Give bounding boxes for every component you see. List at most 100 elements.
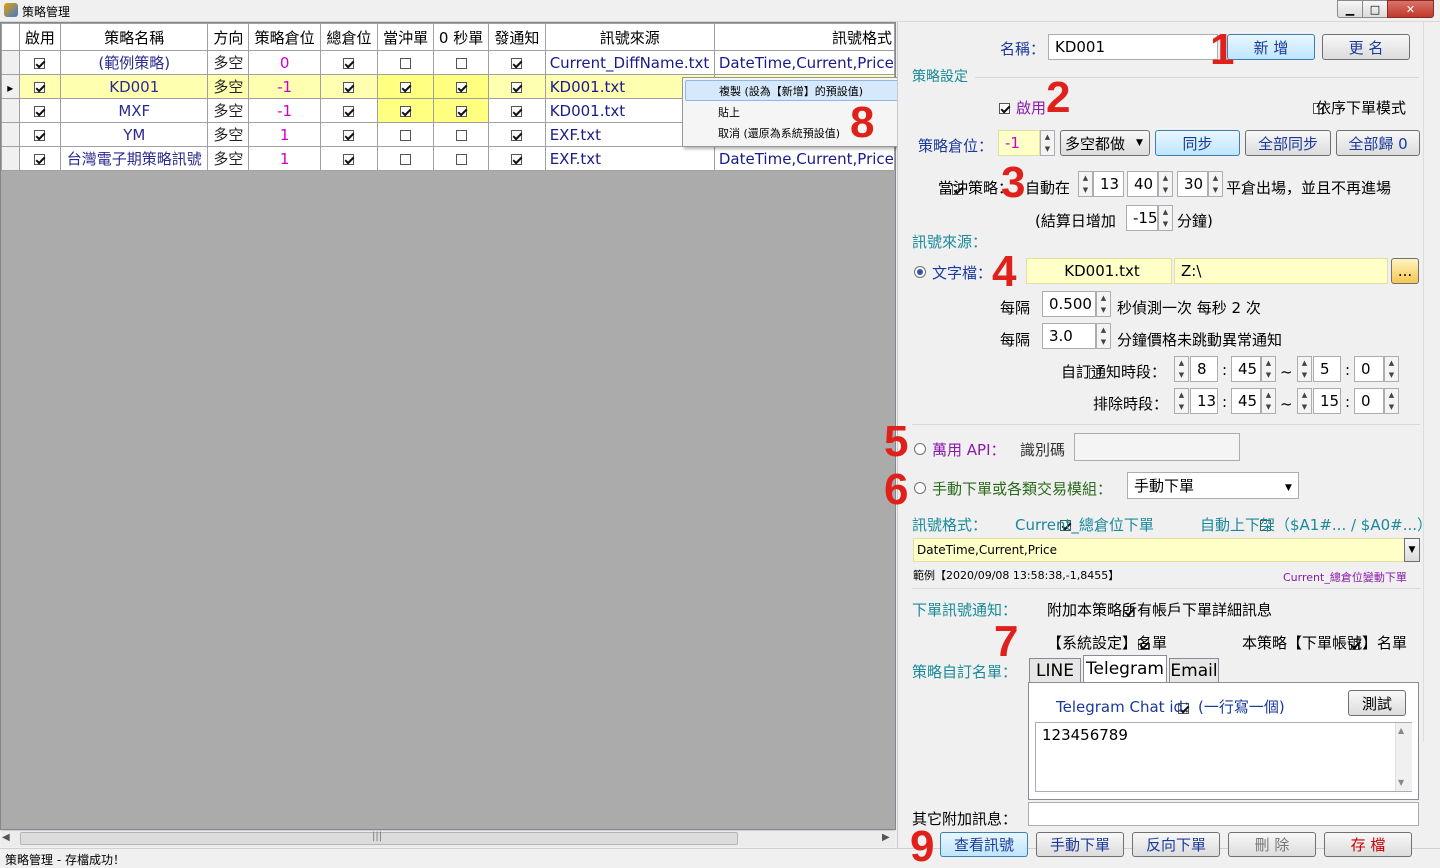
checkbox[interactable]	[455, 129, 467, 141]
cell-zero-sec[interactable]	[433, 74, 490, 99]
sync-all-button[interactable]: 全部同步	[1245, 130, 1331, 156]
cell-signal-source[interactable]: EXF.txt	[544, 146, 715, 171]
tab-telegram[interactable]: Telegram	[1083, 655, 1167, 682]
exclude-end-hour[interactable]: 15	[1313, 388, 1341, 414]
notify-end-minute[interactable]: 0	[1354, 356, 1384, 382]
scroll-right-icon[interactable]: ▶	[882, 832, 890, 843]
checkbox[interactable]	[455, 81, 467, 93]
chatid-textarea[interactable]: 123456789	[1035, 722, 1412, 792]
cell-notify[interactable]	[488, 146, 546, 171]
manual-radio[interactable]	[914, 482, 926, 494]
cell-enabled[interactable]	[18, 122, 62, 147]
checkbox[interactable]	[400, 105, 412, 117]
checkbox[interactable]	[400, 129, 412, 141]
cell-strategy-pos[interactable]: 1	[248, 146, 321, 171]
exit-minute-input[interactable]: 40	[1127, 171, 1158, 197]
view-signal-button[interactable]: 查看訊號	[940, 832, 1028, 857]
col-header-signal-source[interactable]: 訊號來源	[544, 23, 715, 51]
checkbox[interactable]	[455, 57, 467, 69]
cell-name[interactable]: YM	[60, 122, 209, 147]
cell-strategy-pos[interactable]: -1	[248, 74, 321, 99]
n-m2-stepper[interactable]: ▲ ▼	[1384, 356, 1399, 382]
cell-daytrade[interactable]	[377, 98, 435, 123]
n-h2-stepper[interactable]: ▲ ▼	[1297, 356, 1312, 382]
minute-stepper[interactable]: ▲ ▼	[1158, 171, 1173, 197]
cell-name[interactable]: KD001	[60, 74, 209, 99]
e-m1-stepper[interactable]: ▲ ▼	[1261, 388, 1276, 414]
checkbox[interactable]	[511, 105, 523, 117]
checkbox[interactable]	[34, 129, 46, 141]
manual-module-dropdown[interactable]: 手動下單	[1127, 472, 1299, 499]
chevron-down-icon[interactable]: ▼	[1404, 538, 1420, 562]
scroll-up-icon[interactable]: ▲	[1398, 726, 1404, 735]
checkbox[interactable]	[400, 153, 412, 165]
col-header-name[interactable]: 策略名稱	[60, 23, 209, 51]
cell-direction[interactable]: 多空	[207, 74, 250, 99]
second-stepper[interactable]: ▲ ▼	[1208, 171, 1223, 197]
chevron-down-icon[interactable]: ▼	[1285, 483, 1292, 493]
close-button[interactable]: ✕	[1387, 0, 1434, 18]
add-button[interactable]: 新 增	[1227, 34, 1315, 60]
cell-total-pos[interactable]	[319, 98, 379, 123]
cell-enabled[interactable]	[18, 50, 62, 75]
alert-minutes-input[interactable]: 3.0	[1042, 323, 1096, 349]
tab-line[interactable]: LINE	[1029, 658, 1081, 683]
checkbox[interactable]	[343, 57, 355, 69]
cell-zero-sec[interactable]	[433, 98, 490, 123]
cell-name[interactable]: MXF	[60, 98, 209, 123]
reverse-order-button[interactable]: 反向下單	[1132, 832, 1220, 857]
col-header-daytrade[interactable]: 當沖單	[377, 23, 435, 51]
exclude-start-minute[interactable]: 45	[1231, 388, 1261, 414]
cell-name[interactable]: 台灣電子期策略訊號	[60, 146, 209, 171]
hour-stepper[interactable]: ▲ ▼	[1078, 171, 1093, 197]
cell-strategy-pos[interactable]: 0	[248, 50, 321, 75]
col-header-signal-format[interactable]: 訊號格式	[713, 23, 896, 51]
sync-button[interactable]: 同步	[1155, 130, 1240, 156]
cell-notify[interactable]	[488, 98, 546, 123]
table-row[interactable]: (範例策略) 多空 0 Current_DiffName.txt DateTim…	[1, 50, 896, 75]
menu-item-copy-default[interactable]: 複製 (設為【新增】的預設值)	[685, 80, 908, 101]
e-h1-stepper[interactable]: ▲ ▼	[1174, 388, 1189, 414]
rename-button[interactable]: 更 名	[1322, 34, 1410, 60]
interval-stepper[interactable]: ▲ ▼	[1096, 291, 1111, 317]
notify-start-hour[interactable]: 8	[1190, 356, 1218, 382]
checkbox[interactable]	[400, 57, 412, 69]
checkbox[interactable]	[343, 81, 355, 93]
e-h2-stepper[interactable]: ▲ ▼	[1297, 388, 1312, 414]
notify-start-minute[interactable]: 45	[1231, 356, 1261, 382]
cell-signal-source[interactable]: Current_DiffName.txt	[544, 50, 715, 75]
manual-order-button[interactable]: 手動下單	[1036, 832, 1124, 857]
checkbox[interactable]	[34, 153, 46, 165]
checkbox[interactable]	[511, 129, 523, 141]
cell-daytrade[interactable]	[377, 122, 435, 147]
col-header-notify[interactable]: 發通知	[488, 23, 546, 51]
cell-total-pos[interactable]	[319, 50, 379, 75]
strategy-pos-input[interactable]: -1	[998, 130, 1040, 156]
col-header-total-pos[interactable]: 總倉位	[319, 23, 379, 51]
cell-notify[interactable]	[488, 122, 546, 147]
cell-daytrade[interactable]	[377, 50, 435, 75]
cell-direction[interactable]: 多空	[207, 50, 250, 75]
textfile-name-input[interactable]: KD001.txt	[1026, 258, 1172, 284]
tab-email[interactable]: Email	[1169, 658, 1219, 683]
exit-second-input[interactable]: 30	[1177, 171, 1208, 197]
browse-button[interactable]: ...	[1391, 258, 1419, 284]
row-header-selected[interactable]	[1, 74, 20, 99]
checkbox[interactable]	[343, 153, 355, 165]
cell-strategy-pos[interactable]: -1	[248, 98, 321, 123]
n-m1-stepper[interactable]: ▲ ▼	[1261, 356, 1276, 382]
cell-daytrade[interactable]	[377, 74, 435, 99]
checkbox[interactable]	[455, 153, 467, 165]
cell-total-pos[interactable]	[319, 146, 379, 171]
notify-end-hour[interactable]: 5	[1313, 356, 1341, 382]
col-header-strategy-pos[interactable]: 策略倉位	[248, 23, 321, 51]
checkbox[interactable]	[455, 105, 467, 117]
checkbox[interactable]	[343, 105, 355, 117]
exclude-start-hour[interactable]: 13	[1190, 388, 1218, 414]
api-radio[interactable]	[914, 443, 926, 455]
maximize-button[interactable]: □	[1362, 0, 1388, 18]
exclude-end-minute[interactable]: 0	[1354, 388, 1384, 414]
pos-stepper[interactable]: ▲ ▼	[1040, 130, 1055, 156]
settle-input[interactable]: -15	[1126, 205, 1158, 231]
delete-button[interactable]: 刪 除	[1228, 832, 1316, 857]
